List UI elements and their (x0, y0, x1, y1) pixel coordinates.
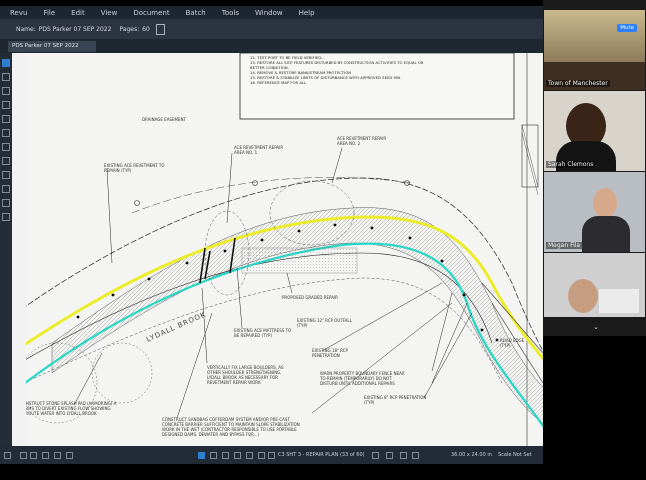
zoom-out-icon[interactable] (246, 452, 253, 459)
menu-batch[interactable]: Batch (186, 9, 206, 17)
markup-icon[interactable] (42, 452, 49, 459)
stone-splash-label: CONSTRUCT STONE SPLASH PAD (ARMORING) A … (20, 401, 117, 416)
pages-label: Pages: (119, 25, 140, 33)
page-size: 36.00 x 24.00 in (451, 452, 492, 458)
menu-file[interactable]: File (43, 9, 55, 17)
fit-page-icon[interactable] (258, 452, 265, 459)
next-page-icon[interactable] (372, 452, 379, 459)
layers-icon[interactable] (2, 87, 10, 95)
participant-tile-town[interactable]: Mute Town of Manchester (544, 10, 645, 90)
reuse-icon[interactable] (54, 452, 61, 459)
construction-notes: 12. TEST PORT TO BE FIELD VERIFIED... 13… (250, 55, 512, 85)
document-icon[interactable] (155, 23, 165, 35)
exist-12-label: EXISTING 12" RCP OUTFALL (TYP) (297, 318, 352, 328)
avatar (593, 188, 617, 218)
existing-ace-label: EXISTING ACE REVETMENT TO REMAIN (TYP) (104, 163, 165, 173)
menu-window[interactable]: Window (255, 9, 283, 17)
participant-name: Town of Manchester (546, 80, 610, 87)
menu-view[interactable]: View (101, 9, 118, 17)
participant-name: Sarah Clemons (546, 161, 596, 168)
note-16: 16. REFERENCE MAP FOR ALL (250, 80, 307, 85)
participant-name: Megan Fila (546, 242, 583, 249)
avatar (568, 279, 598, 313)
zoom-in-icon[interactable] (234, 452, 241, 459)
site-plan-drawing (12, 53, 543, 446)
tool-chest-icon[interactable] (2, 157, 10, 165)
bookmarks-icon[interactable] (2, 73, 10, 81)
exist-8-label: EXISTING 8" RCP PENETRATION (TYP) (364, 395, 427, 405)
left-panel-bar (0, 53, 12, 446)
links-icon[interactable] (2, 199, 10, 207)
snap-icon[interactable] (20, 452, 27, 459)
menu-bar: Revu File Edit View Document Batch Tools… (0, 6, 543, 19)
drawing-canvas[interactable]: 12. TEST PORT TO BE FIELD VERIFIED... 13… (12, 53, 543, 446)
name-value[interactable]: PDS Parker 07 SEP 2022 (39, 26, 112, 33)
scale-status[interactable]: Scale Not Set (498, 452, 532, 458)
participant-tile-sarah[interactable]: Sarah Clemons (544, 91, 645, 171)
avatar-body (582, 216, 630, 252)
cofferdam-label: CONSTRUCT SANDBAG COFFERDAM SYSTEM AND/O… (162, 417, 300, 437)
sync-icon[interactable] (66, 452, 73, 459)
drainage-easement-label: DRAINAGE EASEMENT (142, 117, 186, 122)
video-participants-panel: Mute Town of Manchester Sarah Clemons Me… (543, 0, 646, 336)
menu-document[interactable]: Document (133, 9, 169, 17)
properties-icon[interactable] (2, 129, 10, 137)
thumbnails-icon[interactable] (2, 59, 10, 67)
signatures-icon[interactable] (2, 185, 10, 193)
menu-edit[interactable]: Edit (71, 9, 85, 17)
select-tool-icon[interactable] (198, 452, 205, 459)
name-label: Name: (16, 25, 36, 33)
file-access-icon[interactable] (2, 213, 10, 221)
measure-icon[interactable] (2, 143, 10, 151)
back-icon[interactable] (400, 452, 407, 459)
exist-18-label: EXISTING 18" RCP PENETRATION (312, 348, 348, 358)
page-edge-strip (12, 53, 26, 446)
markups-icon[interactable] (2, 101, 10, 109)
chevron-down-icon[interactable]: ⌄ (593, 323, 599, 331)
vertical-fix-label: VERTICALLY FIX LARGE BOULDERS, AS OTHER … (207, 365, 284, 385)
road-edge-label: ROAD EDGE (TYP) (500, 338, 525, 348)
proposed-repair-label: PROPOSED GRADED REPAIR (282, 295, 338, 300)
fence-label: WARN PROPERTY BOUNDARY FENCE NEAR TO REM… (320, 371, 405, 386)
content-icon[interactable] (30, 452, 37, 459)
participant-tile-megan[interactable]: Megan Fila (544, 172, 645, 252)
background-window (599, 289, 639, 313)
forward-icon[interactable] (412, 452, 419, 459)
ace-repair-2-label: ACE REVETMENT REPAIR AREA NO. 2 (337, 136, 387, 146)
tab-document[interactable]: PDS Parker 07 SEP 2022 (8, 41, 96, 52)
search-icon[interactable] (2, 115, 10, 123)
status-bar: C3 SHT 3 - REPAIR PLAN (33 of 60) 36.00 … (0, 446, 543, 464)
ace-mattress-label: EXISTING ACE MATTRESS TO BE REPAIRED (TY… (234, 328, 292, 338)
ace-repair-1-label: ACE REVETMENT REPAIR AREA NO. 1 (234, 145, 284, 155)
grid-icon[interactable] (4, 452, 11, 459)
prev-page-icon[interactable] (268, 452, 275, 459)
menu-revu[interactable]: Revu (10, 9, 27, 17)
pan-tool-icon[interactable] (210, 452, 217, 459)
studio-icon[interactable] (2, 171, 10, 179)
menu-tools[interactable]: Tools (222, 9, 239, 17)
menu-help[interactable]: Help (299, 9, 315, 17)
mute-button[interactable]: Mute (617, 24, 637, 32)
tab-bar: PDS Parker 07 SEP 2022 (0, 39, 543, 53)
participant-tile-4[interactable] (544, 253, 645, 317)
pages-value: 60 (142, 25, 150, 33)
last-page-icon[interactable] (386, 452, 393, 459)
zoom-tool-icon[interactable] (222, 452, 229, 459)
page-navigation[interactable]: C3 SHT 3 - REPAIR PLAN (33 of 60) (278, 452, 365, 458)
document-toolbar: Name: PDS Parker 07 SEP 2022 Pages: 60 (0, 19, 543, 39)
